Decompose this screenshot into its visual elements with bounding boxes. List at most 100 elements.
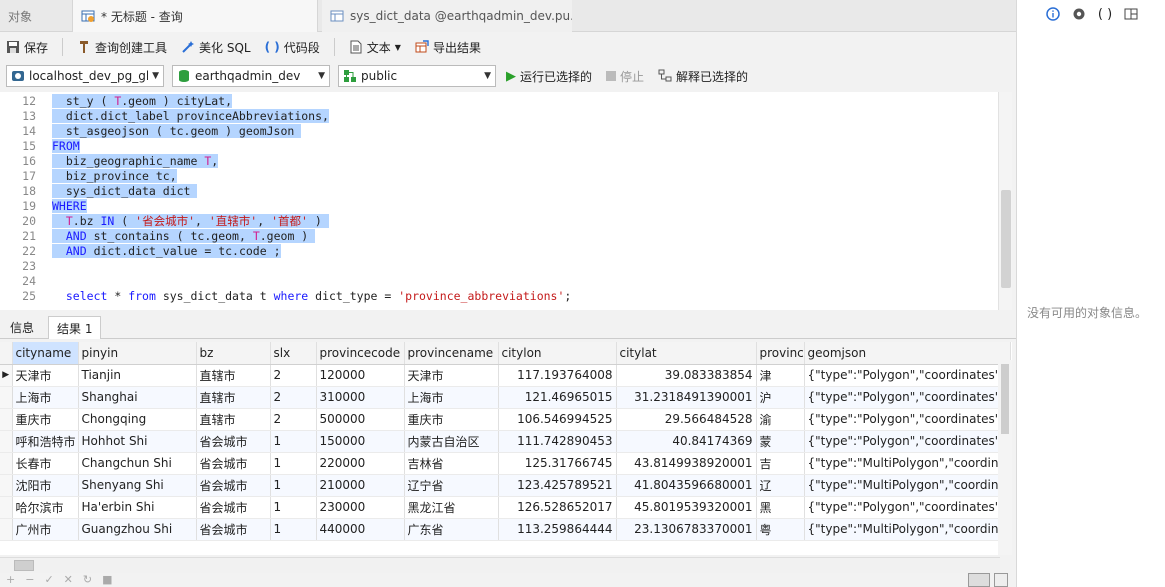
cell[interactable]: 117.193764008 (498, 364, 617, 387)
tab-query[interactable]: * 无标题 - 查询 (72, 0, 318, 32)
beautify-sql-button[interactable]: 美化 SQL (181, 39, 251, 56)
stop-icon[interactable]: ■ (102, 573, 112, 586)
cell[interactable]: {"type":"MultiPolygon","coordinat (804, 474, 1011, 497)
cell[interactable]: {"type":"MultiPolygon","coordinat (804, 518, 1011, 541)
cell[interactable]: 43.8149938920001 (616, 452, 757, 475)
column-header[interactable]: slx (270, 342, 317, 365)
ddl-parentheses-icon[interactable]: ( ) (1097, 6, 1113, 22)
layout-panel-icon[interactable] (1123, 6, 1139, 22)
cell[interactable]: 渝 (756, 408, 805, 431)
cell[interactable]: Tianjin (78, 364, 197, 387)
tab-objects[interactable]: 对象 (0, 0, 70, 32)
refresh-icon[interactable]: ↻ (83, 573, 92, 586)
cell[interactable]: 2 (270, 386, 317, 409)
tab-info[interactable]: 信息 (2, 316, 42, 339)
cell[interactable]: 106.546994525 (498, 408, 617, 431)
cell[interactable]: Hohhot Shi (78, 430, 197, 453)
cell[interactable]: 1 (270, 430, 317, 453)
cell[interactable]: Ha'erbin Shi (78, 496, 197, 519)
cell[interactable]: Shanghai (78, 386, 197, 409)
cell[interactable]: 23.1306783370001 (616, 518, 757, 541)
cell[interactable]: 230000 (316, 496, 405, 519)
cell[interactable]: 120000 (316, 364, 405, 387)
cell[interactable]: 125.31766745 (498, 452, 617, 475)
cell[interactable]: {"type":"Polygon","coordinates":[[ (804, 386, 1011, 409)
column-header[interactable]: citylat (616, 342, 757, 365)
cell[interactable]: 310000 (316, 386, 405, 409)
column-header[interactable]: cityname (12, 342, 79, 365)
cell[interactable]: 省会城市 (196, 496, 271, 519)
cell[interactable]: 123.425789521 (498, 474, 617, 497)
grid-horizontal-scrollbar-thumb[interactable] (14, 560, 34, 571)
save-button[interactable]: 保存 (6, 39, 48, 56)
cell[interactable]: {"type":"Polygon","coordinates":[[ (804, 430, 1011, 453)
cell[interactable]: 沈阳市 (12, 474, 79, 497)
cell[interactable]: 天津市 (12, 364, 79, 387)
table-row[interactable]: 沈阳市 Shenyang Shi 省会城市 1 210000 辽宁省 123.4… (0, 474, 1011, 497)
cell[interactable]: 2 (270, 364, 317, 387)
cell[interactable]: {"type":"Polygon","coordinates":[[ (804, 364, 1011, 387)
cell[interactable]: 省会城市 (196, 474, 271, 497)
sql-editor[interactable]: 12 13 14 15 16 17 18 19 20 21 22 23 24 2… (0, 92, 1012, 310)
text-mode-button[interactable]: 文本 ▼ (349, 39, 401, 56)
tab-sys-dict-data[interactable]: sys_dict_data @earthqadmin_dev.pu... (322, 0, 572, 32)
cell[interactable]: 呼和浩特市 (12, 430, 79, 453)
cell[interactable]: 直辖市 (196, 364, 271, 387)
cell[interactable]: 省会城市 (196, 430, 271, 453)
cell[interactable]: Changchun Shi (78, 452, 197, 475)
cell[interactable]: Shenyang Shi (78, 474, 197, 497)
cell[interactable]: 45.8019539320001 (616, 496, 757, 519)
add-record-icon[interactable]: + (6, 573, 15, 586)
column-header[interactable]: citylon (498, 342, 617, 365)
cell[interactable]: 直辖市 (196, 386, 271, 409)
cell[interactable]: 1 (270, 452, 317, 475)
result-grid[interactable]: cityname pinyin bz slx provincecode prov… (0, 342, 1012, 555)
column-header[interactable]: provincecode (316, 342, 405, 365)
column-header[interactable]: provincename (404, 342, 499, 365)
cell[interactable]: 111.742890453 (498, 430, 617, 453)
cell[interactable]: 2 (270, 408, 317, 431)
cell[interactable]: 辽宁省 (404, 474, 499, 497)
grid-horizontal-scrollbar[interactable] (0, 557, 1000, 573)
cell[interactable]: 省会城市 (196, 518, 271, 541)
cell[interactable]: 长春市 (12, 452, 79, 475)
cell[interactable]: 41.8043596680001 (616, 474, 757, 497)
info-icon[interactable] (1045, 6, 1061, 22)
cell[interactable]: 上海市 (12, 386, 79, 409)
column-header[interactable]: provinc (756, 342, 805, 365)
cell[interactable]: 29.566484528 (616, 408, 757, 431)
cell[interactable]: 辽 (756, 474, 805, 497)
code-snippet-button[interactable]: ( ) 代码段 (265, 39, 320, 56)
column-header[interactable]: pinyin (78, 342, 197, 365)
grid-vertical-scrollbar[interactable] (998, 360, 1012, 555)
preview-eye-icon[interactable] (1071, 6, 1087, 22)
cell[interactable]: 150000 (316, 430, 405, 453)
cell[interactable]: 31.2318491390001 (616, 386, 757, 409)
grid-view-icon[interactable] (968, 573, 990, 587)
form-view-icon[interactable] (994, 573, 1008, 587)
cell[interactable]: 上海市 (404, 386, 499, 409)
cell[interactable]: 220000 (316, 452, 405, 475)
cell[interactable]: 广州市 (12, 518, 79, 541)
database-select[interactable]: earthqadmin_dev ▼ (172, 65, 330, 87)
cell[interactable]: 省会城市 (196, 452, 271, 475)
server-select[interactable]: localhost_dev_pg_gl ▼ (6, 65, 164, 87)
cell[interactable]: 黑 (756, 496, 805, 519)
schema-select[interactable]: public ▼ (338, 65, 496, 87)
discard-changes-icon[interactable]: ✕ (64, 573, 73, 586)
column-header[interactable]: geomjson (804, 342, 1011, 365)
cell[interactable]: 40.84174369 (616, 430, 757, 453)
tab-result-1[interactable]: 结果 1 (48, 316, 102, 339)
cell[interactable]: {"type":"MultiPolygon","coordinat (804, 452, 1011, 475)
query-builder-button[interactable]: 查询创建工具 (77, 39, 167, 56)
cell[interactable]: {"type":"Polygon","coordinates":[[ (804, 408, 1011, 431)
cell[interactable]: 黑龙江省 (404, 496, 499, 519)
cell[interactable]: 吉林省 (404, 452, 499, 475)
cell[interactable]: 重庆市 (404, 408, 499, 431)
delete-record-icon[interactable]: − (25, 573, 34, 586)
table-row[interactable]: 呼和浩特市 Hohhot Shi 省会城市 1 150000 内蒙古自治区 11… (0, 430, 1011, 453)
apply-changes-icon[interactable]: ✓ (44, 573, 53, 586)
run-selected-button[interactable]: ▶ 运行已选择的 (506, 68, 592, 85)
cell[interactable]: {"type":"Polygon","coordinates":[[ (804, 496, 1011, 519)
cell[interactable]: Chongqing (78, 408, 197, 431)
